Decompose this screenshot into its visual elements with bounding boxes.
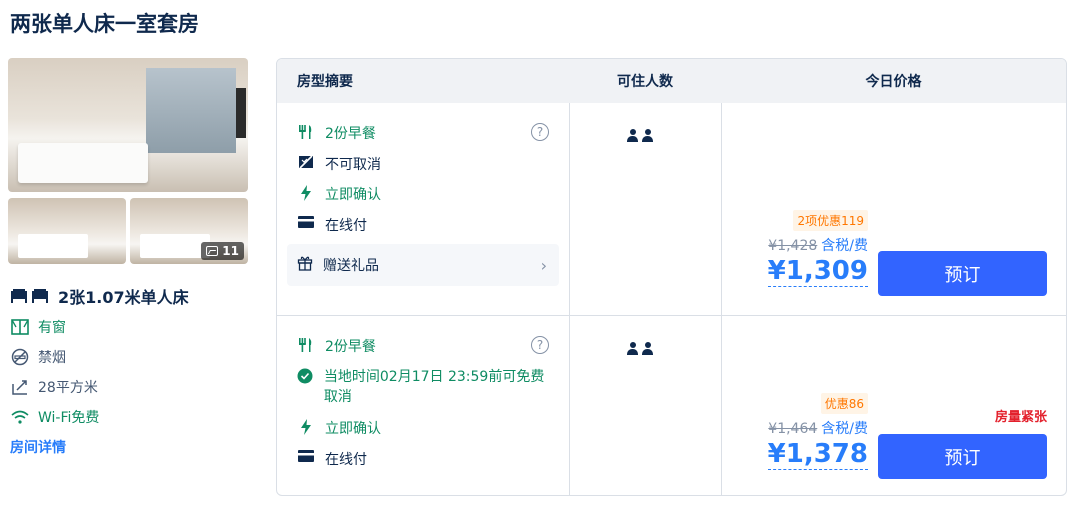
wifi-icon [10,407,30,427]
book-button[interactable]: 预订 [878,434,1047,479]
gift-row[interactable]: 赠送礼品 › [287,244,559,286]
main-room-photo[interactable] [8,58,248,192]
tax-label[interactable]: 含税/费 [821,421,868,437]
photo-count-badge[interactable]: 11 [201,242,244,260]
bed-type: 2张1.07米单人床 [10,284,189,308]
final-price[interactable]: ¥1,378 [767,440,868,470]
lightning-icon [297,185,315,201]
book-button[interactable]: 预订 [878,251,1047,296]
room-details-link[interactable]: 房间详情 [10,437,66,457]
feature-no-smoking: 禁烟 [10,342,99,372]
bed-type-label: 2张1.07米单人床 [58,288,189,307]
help-icon[interactable]: ? [531,336,549,354]
scarcity-badge: 房量紧张 [994,410,1047,425]
image-icon [206,246,219,256]
twin-bed-icon [11,289,48,303]
confirm-policy: 立即确认 [297,184,381,204]
photo-gallery[interactable]: 11 [8,58,248,264]
confirm-policy: 立即确认 [297,418,381,438]
final-price[interactable]: ¥1,309 [767,257,868,287]
fork-knife-icon [297,337,315,353]
card-icon [297,450,315,462]
original-price: ¥1,428 [768,238,818,254]
header-room-summary: 房型摘要 [297,74,353,90]
rate-table: 房型摘要 可住人数 今日价格 2份早餐 ? 不可取消 立即确认 在线付 赠送礼品… [276,58,1067,496]
person-icon [627,342,638,355]
cancel-policy: 不可取消 [297,154,381,174]
breakfast-policy: 2份早餐 [297,336,376,356]
promo-badge[interactable]: 2项优惠119 [793,210,868,231]
check-circle-icon [297,368,314,384]
person-icon [642,129,653,142]
help-icon[interactable]: ? [531,123,549,141]
price-block: 2项优惠119 ¥1,428 含税/费 ¥1,309 [767,210,868,287]
fork-knife-icon [297,124,315,140]
feature-wifi: Wi-Fi免费 [10,402,99,432]
no-cancel-icon [297,155,315,169]
table-header: 房型摘要 可住人数 今日价格 [277,59,1066,103]
table-row: 2份早餐 ? 当地时间02月17日 23:59前可免费取消 立即确认 在线付 房… [277,315,1066,495]
room-photo-thumb[interactable] [8,198,126,264]
original-price-line: ¥1,428 含税/费 [768,235,868,255]
room-title: 两张单人床一室套房 [10,12,199,36]
room-features: 有窗 禁烟 28平方米 Wi-Fi免费 [10,312,99,432]
original-price: ¥1,464 [768,421,818,437]
header-today-price: 今日价格 [865,74,922,90]
feature-area: 28平方米 [10,372,99,402]
original-price-line: ¥1,464 含税/费 [768,418,868,438]
cancel-policy: 当地时间02月17日 23:59前可免费取消 [297,367,557,408]
gift-icon [297,255,313,275]
header-occupancy: 可住人数 [617,74,673,90]
card-icon [297,216,315,228]
price-block: 优惠86 ¥1,464 含税/费 ¥1,378 [767,393,868,470]
window-icon [10,317,30,337]
tax-label[interactable]: 含税/费 [821,238,868,254]
room-photo-thumb[interactable]: 11 [130,198,248,264]
gift-label: 赠送礼品 [323,258,379,274]
guest-capacity [627,129,653,142]
feature-window: 有窗 [10,312,99,342]
no-smoking-icon [10,347,30,367]
lightning-icon [297,419,315,435]
payment-policy: 在线付 [297,215,367,235]
person-icon [642,342,653,355]
person-icon [627,129,638,142]
chevron-right-icon: › [540,255,547,275]
guest-capacity [627,342,653,355]
table-row: 2份早餐 ? 不可取消 立即确认 在线付 赠送礼品 › 2项优惠119 ¥1,4… [277,103,1066,315]
breakfast-policy: 2份早餐 [297,123,376,143]
photo-count: 11 [222,244,239,258]
promo-badge[interactable]: 优惠86 [820,393,868,414]
area-icon [10,377,30,397]
payment-policy: 在线付 [297,449,367,469]
